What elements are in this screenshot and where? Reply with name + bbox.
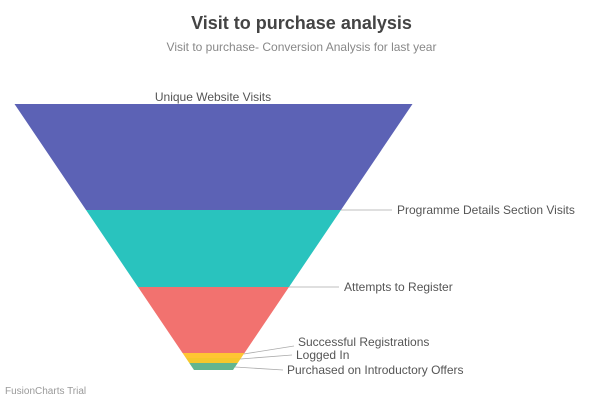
funnel-segment (86, 210, 341, 287)
funnel-segment (182, 353, 245, 358)
funnel-label: Unique Website Visits (155, 90, 271, 104)
chart-root: Unique Website Visits Programme Details S… (0, 0, 603, 419)
label-leader-line (243, 345, 295, 355)
label-leader-line (234, 366, 284, 371)
funnel-label: Logged In (296, 348, 349, 362)
chart-title: Visit to purchase analysis (191, 13, 412, 33)
funnel-chart: Unique Website Visits Programme Details S… (14, 90, 575, 377)
funnel-label: Successful Registrations (298, 335, 429, 349)
funnel-label: Attempts to Register (344, 280, 453, 294)
label-leader-line (240, 354, 293, 360)
chart-subtitle: Visit to purchase- Conversion Analysis f… (166, 40, 437, 54)
funnel-label: Programme Details Section Visits (397, 203, 575, 217)
watermark-text: FusionCharts Trial (5, 386, 87, 397)
funnel-label: Purchased on Introductory Offers (287, 363, 464, 377)
funnel-segment (189, 363, 238, 370)
funnel-segment (185, 358, 242, 363)
funnel-segment (14, 104, 413, 210)
funnel-segment (137, 287, 290, 353)
